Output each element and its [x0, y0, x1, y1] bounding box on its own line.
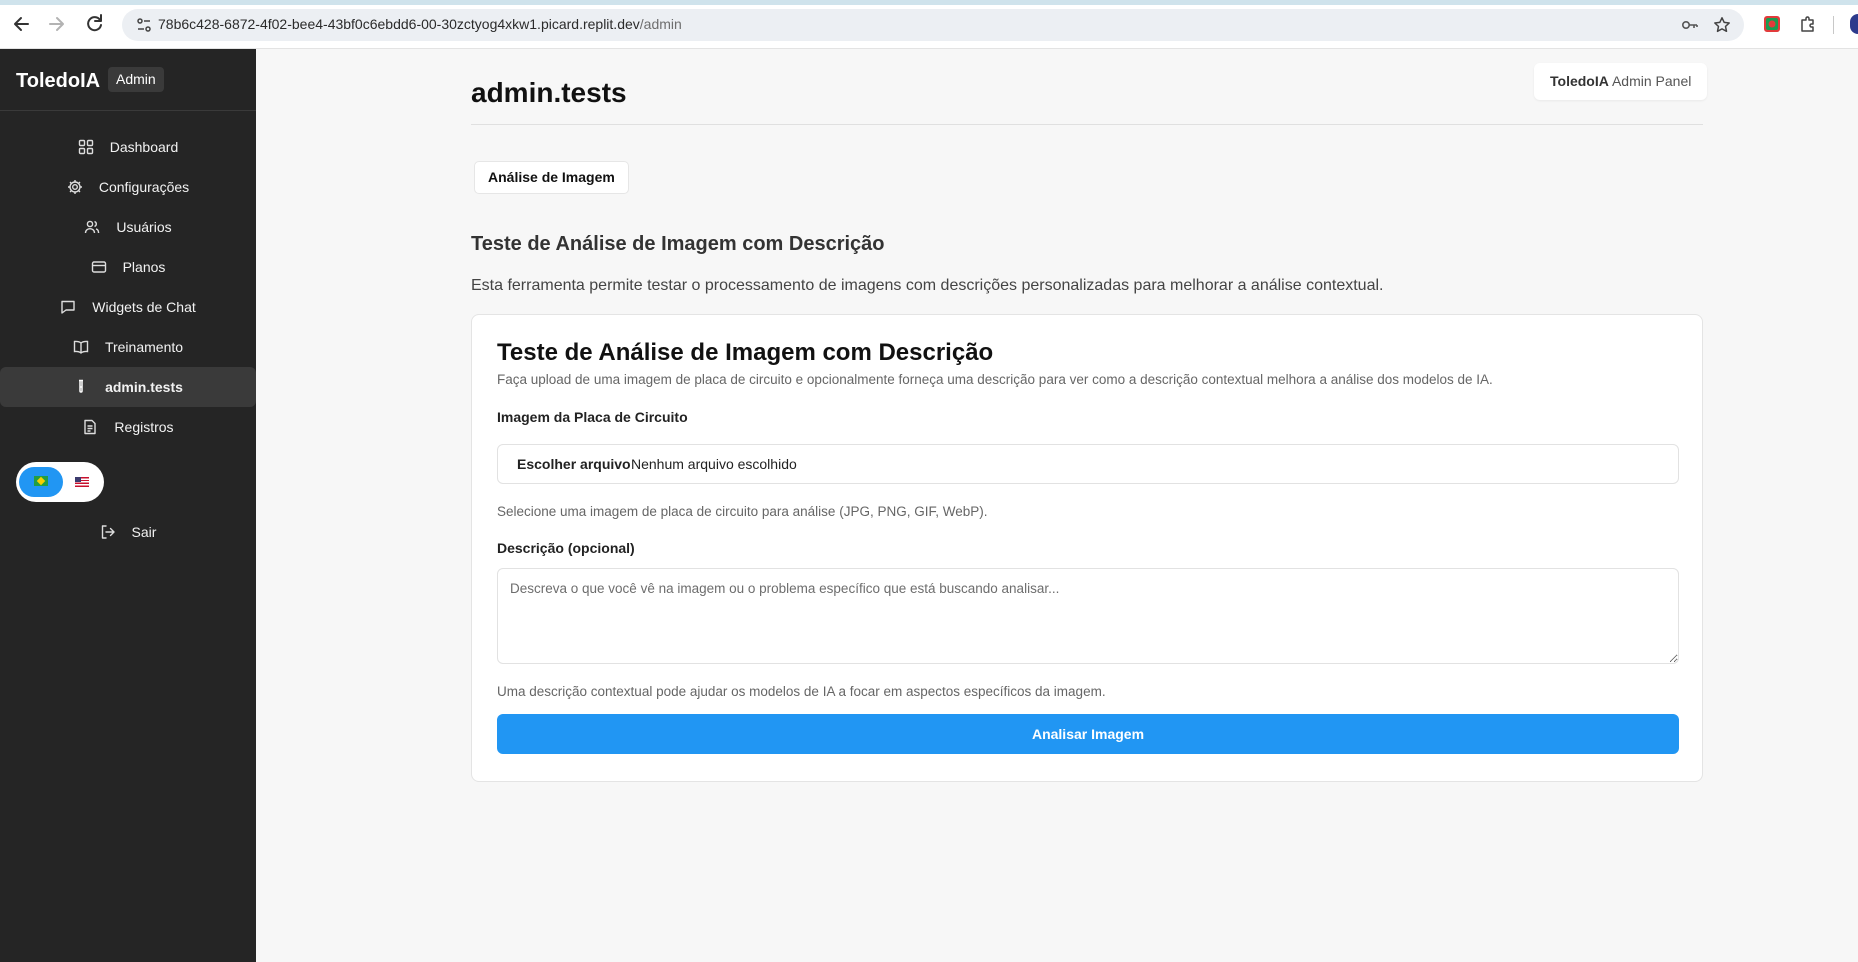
credit-card-icon	[91, 259, 107, 275]
section-description: Esta ferramenta permite testar o process…	[471, 277, 1384, 294]
section-title: Teste de Análise de Imagem com Descrição	[471, 233, 885, 255]
password-key-icon[interactable]	[1681, 16, 1699, 34]
sidebar-item-planos[interactable]: Planos	[0, 247, 256, 287]
sidebar-divider	[0, 110, 256, 111]
image-hint: Selecione uma imagem de placa de circuit…	[497, 504, 988, 519]
test-tube-icon	[73, 379, 89, 395]
file-status-text: Nenhum arquivo escolhido	[631, 456, 797, 472]
browser-top-accent	[0, 0, 1858, 5]
browser-toolbar: 78b6c428-6872-4f02-bee4-43bf0c6ebdd6-00-…	[0, 0, 1858, 49]
sidebar-item-usuarios[interactable]: Usuários	[0, 207, 256, 247]
image-field-label: Imagem da Placa de Circuito	[497, 409, 688, 425]
sidebar-item-label: Dashboard	[109, 139, 179, 155]
sidebar-item-widgets-de-chat[interactable]: Widgets de Chat	[0, 287, 256, 327]
address-bar[interactable]: 78b6c428-6872-4f02-bee4-43bf0c6ebdd6-00-…	[122, 9, 1744, 41]
sidebar-menu: Dashboard Configurações Usuários Planos …	[0, 127, 256, 447]
panel-badge-text: Admin Panel	[1611, 73, 1692, 89]
reload-icon[interactable]	[83, 12, 105, 36]
admin-panel-badge: ToledoIA Admin Panel	[1534, 63, 1708, 100]
grid-icon	[78, 139, 94, 155]
sidebar-item-label: Configurações	[98, 179, 190, 195]
url-text[interactable]: 78b6c428-6872-4f02-bee4-43bf0c6ebdd6-00-…	[158, 16, 682, 32]
header-divider	[471, 124, 1703, 125]
image-analysis-card: Teste de Análise de Imagem com Descrição…	[471, 314, 1703, 782]
book-icon	[73, 339, 89, 355]
logout-area: Sair	[0, 512, 256, 552]
extension-icon[interactable]	[1763, 15, 1781, 33]
forward-arrow-icon[interactable]	[45, 12, 67, 36]
logout-icon	[100, 524, 116, 540]
language-toggle[interactable]	[16, 462, 104, 502]
page-title: admin.tests	[471, 77, 627, 108]
gear-icon	[67, 179, 83, 195]
choose-file-button[interactable]: Escolher arquivo	[517, 456, 631, 472]
description-textarea[interactable]	[497, 568, 1679, 664]
file-text-icon	[82, 419, 98, 435]
toolbar-separator	[1833, 16, 1834, 34]
us-flag-icon	[75, 477, 89, 487]
sidebar-item-treinamento[interactable]: Treinamento	[0, 327, 256, 367]
logout-label: Sair	[131, 524, 157, 540]
url-host: 78b6c428-6872-4f02-bee4-43bf0c6ebdd6-00-…	[158, 16, 640, 32]
analyze-image-button[interactable]: Analisar Imagem	[497, 714, 1679, 754]
site-info-icon[interactable]	[136, 17, 152, 33]
sidebar-item-configuracoes[interactable]: Configurações	[0, 167, 256, 207]
sidebar-item-label: Treinamento	[104, 339, 184, 355]
language-option-en-us[interactable]	[61, 467, 105, 497]
card-title: Teste de Análise de Imagem com Descrição	[497, 339, 994, 366]
back-arrow-icon[interactable]	[11, 12, 33, 36]
sidebar-item-label: admin.tests	[105, 379, 183, 395]
sidebar-item-label: Usuários	[116, 219, 172, 235]
tab-analise-de-imagem[interactable]: Análise de Imagem	[474, 161, 629, 194]
profile-avatar[interactable]	[1850, 14, 1858, 34]
logout-button[interactable]: Sair	[0, 512, 256, 552]
sidebar-item-registros[interactable]: Registros	[0, 407, 256, 447]
description-field-label: Descrição (opcional)	[497, 540, 635, 556]
users-icon	[84, 219, 100, 235]
sidebar: ToledoIA Admin Dashboard Configurações U…	[0, 49, 256, 962]
extensions-puzzle-icon[interactable]	[1799, 15, 1817, 33]
sidebar-item-label: Widgets de Chat	[92, 299, 196, 315]
brand-logo[interactable]: ToledoIA	[16, 70, 100, 93]
card-subtitle: Faça upload de uma imagem de placa de ci…	[497, 372, 1493, 387]
sidebar-item-label: Planos	[122, 259, 166, 275]
bookmark-star-icon[interactable]	[1713, 16, 1731, 34]
sidebar-item-label: Registros	[114, 419, 174, 435]
image-file-input[interactable]: Escolher arquivo Nenhum arquivo escolhid…	[497, 444, 1679, 484]
brazil-flag-icon	[34, 476, 48, 486]
main-content: admin.tests ToledoIA Admin Panel Análise…	[256, 49, 1858, 962]
language-option-pt-br[interactable]	[19, 467, 63, 497]
panel-badge-brand: ToledoIA	[1550, 73, 1609, 89]
chat-bubble-icon	[60, 299, 76, 315]
sidebar-item-admin-tests[interactable]: admin.tests	[0, 367, 256, 407]
sidebar-item-dashboard[interactable]: Dashboard	[0, 127, 256, 167]
brand-badge: Admin	[108, 67, 164, 92]
description-hint: Uma descrição contextual pode ajudar os …	[497, 684, 1106, 699]
url-path: /admin	[639, 16, 682, 32]
